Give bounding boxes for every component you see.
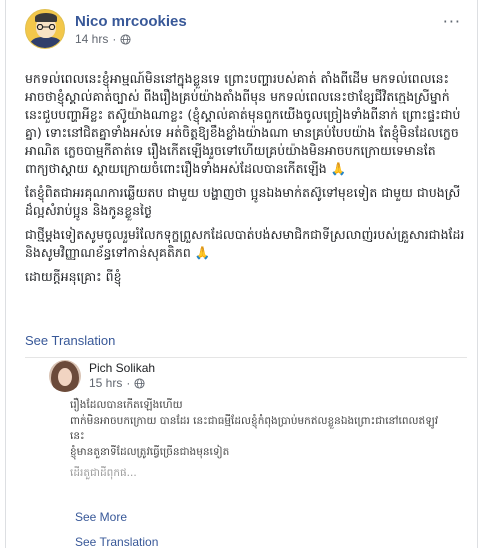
globe-icon[interactable] [120,33,131,45]
comment-see-translation-link[interactable]: See Translation [75,535,158,549]
post-paragraph-2: តែខ្ញុំពិតជាអរគុណការឆ្លើយតប ជាមួយ បង្ហាញ… [25,185,461,218]
avatar-body [30,37,62,48]
comment-body: រឿងដែលបានកើតឡើងហើយ ពាក់មិនអាចបកក្រោយ បាន… [70,398,450,488]
comment-paragraph-1: រឿងដែលបានកើតឡើងហើយ ពាក់មិនអាចបកក្រោយ បាន… [70,399,439,458]
more-options-icon[interactable]: ··· [443,12,461,31]
commenter-name[interactable]: Pich Solikah [89,361,155,375]
post-timestamp-row: 14 hrs · [75,32,187,46]
pray-emoji-icon: 🙏 [330,161,347,176]
post-author-name[interactable]: Nico mrcookies [75,12,187,31]
post-meta: Nico mrcookies 14 hrs · [75,9,187,49]
author-avatar[interactable] [25,9,65,49]
timestamp-separator: · [112,32,117,46]
see-translation-link[interactable]: See Translation [25,333,115,348]
pray-emoji-icon: 🙏 [194,245,211,260]
post-timestamp[interactable]: 14 hrs [75,32,108,46]
post-paragraph-3: ជាថ្មីម្តងទៀតសូមចូលរួមរំលែកទុក្ខព្រួសកដែ… [25,226,465,262]
post-paragraph-3-text: ជាថ្មីម្តងទៀតសូមចូលរួមរំលែកទុក្ខព្រួសកដែ… [25,227,465,260]
comment-timestamp-row: 15 hrs · [89,376,145,390]
commenter-avatar-face [58,368,72,386]
comments-divider [25,357,467,358]
post-header: Nico mrcookies 14 hrs · [25,9,187,49]
comment-timestamp[interactable]: 15 hrs [89,376,122,390]
post-body: មកទល់ពេលនេះខ្ញុំអាម្មណ៍មិននៅក្នុងខ្លួនទេ… [25,70,465,292]
comment-timestamp-separator: · [126,376,131,390]
commenter-avatar[interactable] [49,360,81,392]
post-paragraph-4: ដោយក្តីអនុគ្រោះ ពីខ្ញុំ [25,269,122,284]
see-more-link[interactable]: See More [75,510,127,524]
post-paragraph-1: មកទល់ពេលនេះខ្ញុំអាម្មណ៍មិននៅក្នុងខ្លួនទេ… [25,70,465,178]
post-paragraph-1-text: មកទល់ពេលនេះខ្ញុំអាម្មណ៍មិននៅក្នុងខ្លួនទេ… [25,71,461,176]
post-card: Nico mrcookies 14 hrs · ··· មកទល់ពេលនេះខ… [5,0,478,549]
avatar-glasses [36,24,56,30]
comment-paragraph-2: ដើរតួជាដីពុកផ... [70,467,137,479]
globe-icon[interactable] [134,377,145,389]
avatar-hair [35,13,57,22]
